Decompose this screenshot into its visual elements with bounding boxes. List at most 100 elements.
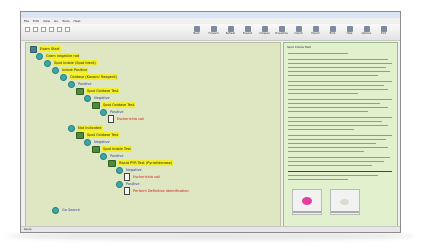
- tree-node[interactable]: Rapid PYR Test (Pyrrolidonase): [108, 159, 174, 167]
- toolbar-button-properties[interactable]: Properties: [274, 26, 289, 38]
- document-icon: [108, 115, 114, 123]
- status-bar: Ready: [21, 226, 400, 232]
- tree-node[interactable]: Escherichia coli: [124, 173, 161, 181]
- tree-node[interactable]: Go Search: [52, 206, 81, 214]
- toolbar-button-options[interactable]: Options: [359, 26, 374, 38]
- negative-result-thumbnail[interactable]: [330, 189, 360, 215]
- refresh-icon[interactable]: [49, 27, 54, 32]
- text-line: [288, 139, 386, 140]
- text-line: [288, 157, 390, 158]
- home-icon[interactable]: [41, 27, 46, 32]
- circle-node-icon: [100, 108, 107, 116]
- text-line: [288, 129, 354, 130]
- decision-tree-panel: Exam Start Gram negative rod Spot Indole…: [25, 42, 281, 228]
- circle-node-icon: [68, 80, 75, 88]
- tree-node[interactable]: Spot Indole (Spot Ident): [44, 59, 97, 67]
- circle-node-icon: [68, 124, 75, 132]
- circle-node-icon: [116, 166, 123, 174]
- tree-node[interactable]: Negative: [84, 138, 111, 146]
- toolbar-button-back[interactable]: Back: [189, 26, 204, 38]
- text-line: [288, 175, 378, 176]
- circle-node-icon: [84, 138, 91, 146]
- window-shadow: [6, 232, 415, 240]
- book-icon: [76, 131, 84, 139]
- tree-node[interactable]: Exam Start: [30, 45, 61, 53]
- tree-node[interactable]: Positive: [100, 152, 125, 160]
- toolbar-button-print[interactable]: Print: [325, 26, 340, 38]
- tree-node[interactable]: Spot Oxidase Test: [76, 87, 120, 95]
- tree-node[interactable]: Oxidase (Kovacs' Reagent): [60, 73, 118, 81]
- circle-node-icon: [44, 59, 51, 67]
- text-line: [288, 147, 388, 148]
- toolbar-button-forward[interactable]: Forward: [206, 26, 221, 38]
- status-text: Ready: [24, 228, 32, 231]
- tree-node[interactable]: Spot Oxidase Test: [76, 131, 120, 139]
- text-line: [288, 81, 392, 82]
- toolbar-button-expand[interactable]: Expand: [240, 26, 255, 38]
- text-line: [288, 103, 380, 104]
- positive-result-thumbnail[interactable]: [292, 189, 322, 215]
- tree-node[interactable]: Spot Indole Test: [92, 145, 132, 153]
- circle-node-icon: [100, 152, 107, 160]
- text-line: [288, 63, 392, 64]
- back-icon[interactable]: [25, 27, 30, 32]
- circle-node-icon: [36, 52, 43, 60]
- link-line[interactable]: [288, 171, 392, 172]
- toolbar-button-refresh[interactable]: Refresh: [223, 26, 238, 38]
- text-line: [288, 99, 392, 100]
- text-line: [288, 125, 388, 126]
- tree-node[interactable]: Not Indicated: [68, 124, 103, 132]
- text-line: [288, 143, 376, 144]
- toolbar-button-help[interactable]: Help: [342, 26, 357, 38]
- toolbar-button-import[interactable]: Import: [291, 26, 306, 38]
- toolbar-button-exit[interactable]: Exit: [376, 26, 391, 38]
- circle-node-icon: [116, 180, 123, 188]
- text-line: [288, 111, 368, 112]
- text-line: [288, 179, 348, 180]
- text-line: [288, 71, 390, 72]
- text-line: [288, 59, 388, 60]
- book-icon: [76, 87, 84, 95]
- text-line: [288, 161, 384, 162]
- toolbar-button-export[interactable]: Export: [308, 26, 323, 38]
- toolbar-button-collapse[interactable]: Collapse: [257, 26, 272, 38]
- circle-node-icon: [52, 206, 59, 214]
- document-icon: [124, 173, 130, 181]
- save-icon[interactable]: [57, 27, 62, 32]
- tree-node[interactable]: Negative: [84, 94, 111, 102]
- text-line: [288, 53, 348, 54]
- print-icon[interactable]: [65, 27, 70, 32]
- text-line: [288, 135, 392, 136]
- tree-node[interactable]: Gram negative rod: [36, 52, 80, 60]
- tree-node[interactable]: Indole Positive: [52, 66, 89, 74]
- tree-node[interactable]: Spot Oxidase Test: [92, 101, 136, 109]
- document-icon: [124, 187, 130, 195]
- thumbnail-caption: [293, 211, 321, 213]
- details-title: Spot Indole Test: [287, 45, 311, 49]
- pale-spot-image: [340, 199, 349, 205]
- tree-node[interactable]: Escherichia coli: [108, 115, 145, 123]
- circle-node-icon: [84, 94, 91, 102]
- text-line: [288, 85, 384, 86]
- circle-node-icon: [60, 73, 67, 81]
- text-line: [288, 151, 364, 152]
- text-line: [288, 165, 372, 166]
- app-window: File Edit View Go Tools Help Back Forwar…: [20, 11, 401, 233]
- text-line: [288, 75, 378, 76]
- toolbar: Back Forward Refresh Expand Collapse Pro…: [21, 24, 400, 41]
- person-icon: [30, 45, 37, 53]
- book-icon: [92, 101, 100, 109]
- book-icon: [92, 145, 100, 153]
- tree-node[interactable]: Perform Definitive Identification: [124, 187, 190, 195]
- text-line: [288, 89, 388, 90]
- text-line: [288, 67, 386, 68]
- thumbnail-caption: [331, 211, 359, 213]
- text-line: [288, 93, 358, 94]
- text-line: [288, 121, 382, 122]
- details-panel: Spot Indole Test: [283, 42, 398, 228]
- pink-spot-image: [302, 197, 312, 205]
- tree-node[interactable]: Positive: [68, 80, 93, 88]
- text-line: [288, 117, 392, 118]
- circle-node-icon: [52, 66, 59, 74]
- forward-icon[interactable]: [33, 27, 38, 32]
